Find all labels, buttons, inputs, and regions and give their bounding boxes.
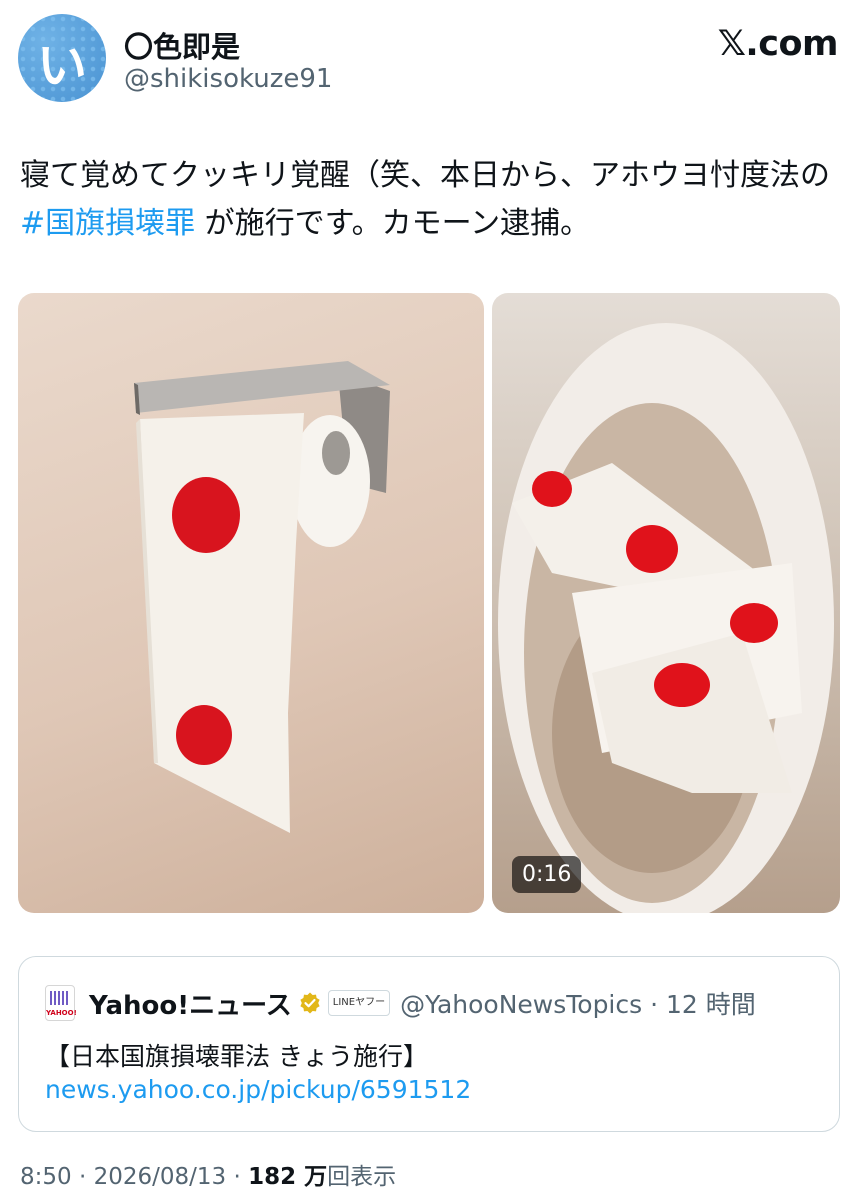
video-toilet-bowl[interactable]: 0:16 xyxy=(492,293,840,913)
hashtag-link[interactable]: #国旗損壊罪 xyxy=(20,206,195,241)
tweet-text-part: 寝て覚めてクッキリ覚醒（笑、本日から、アホウヨ忖度法の xyxy=(20,158,830,193)
toilet-bowl-illustration xyxy=(498,323,834,913)
quoted-handle-time: @YahooNewsTopics · 12 時間 xyxy=(400,990,756,1019)
post-date[interactable]: 2026/08/13 xyxy=(94,1164,227,1190)
yahoo-news-logo: YAHOO! xyxy=(45,985,77,1021)
tweet-text: 寝て覚めてクッキリ覚醒（笑、本日から、アホウヨ忖度法の #国旗損壊罪 が施行です… xyxy=(20,152,836,248)
media-grid: 0:16 xyxy=(18,293,840,913)
author-handle[interactable]: @shikisokuze91 xyxy=(124,64,332,94)
quoted-title: 【日本国旗損壊罪法 きょう施行】 xyxy=(45,1042,428,1071)
tweet-text-part: が施行です。カモーン逮捕。 xyxy=(195,206,591,241)
yahoo-logo-text: YAHOO! xyxy=(46,1009,77,1017)
quoted-source-name[interactable]: Yahoo!ニュース xyxy=(89,985,292,1022)
quoted-tweet-header: YAHOO! Yahoo!ニュース LINEヤフー @YahooNewsTopi… xyxy=(45,983,756,1023)
view-label: 回表示 xyxy=(327,1164,397,1190)
quoted-time: 12 時間 xyxy=(666,990,756,1019)
x-logo: 𝕏.com xyxy=(717,24,839,64)
tweet-meta: 8:50 · 2026/08/13 · 182 万回表示 xyxy=(20,1164,397,1190)
video-duration: 0:16 xyxy=(512,856,582,893)
quoted-handle[interactable]: @YahooNewsTopics xyxy=(400,990,642,1019)
quoted-tweet[interactable]: YAHOO! Yahoo!ニュース LINEヤフー @YahooNewsTopi… xyxy=(18,956,840,1132)
toilet-paper-illustration xyxy=(134,361,390,833)
post-time[interactable]: 8:50 xyxy=(20,1164,72,1190)
quoted-link[interactable]: news.yahoo.co.jp/pickup/6591512 xyxy=(45,1075,471,1104)
author-name[interactable]: 〇色即是 xyxy=(124,24,240,66)
photo-toilet-paper[interactable] xyxy=(18,293,484,913)
verified-badge-icon xyxy=(300,992,320,1014)
view-count: 182 万 xyxy=(248,1164,328,1190)
avatar[interactable]: い xyxy=(18,14,106,102)
line-yahoo-badge: LINEヤフー xyxy=(327,990,391,1016)
tweet-header: い 〇色即是 @shikisokuze91 𝕏.com xyxy=(18,14,839,104)
avatar-glyph: い xyxy=(37,37,87,95)
